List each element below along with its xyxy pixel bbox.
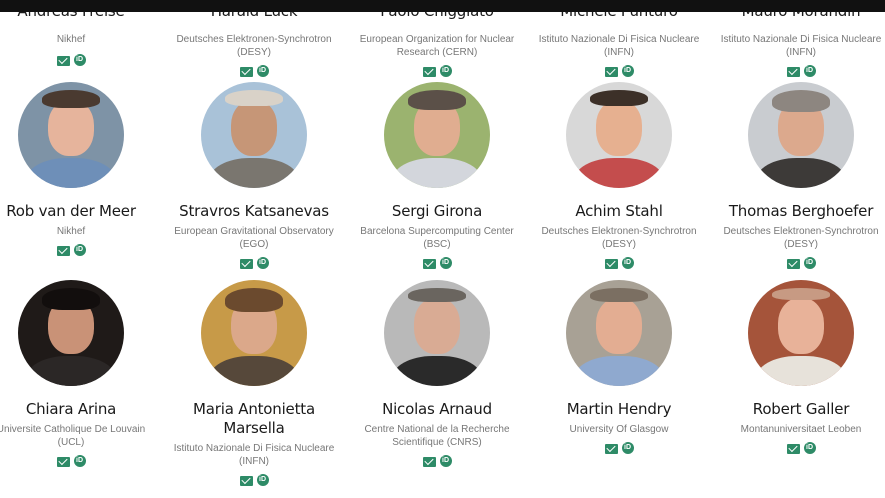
member-photo[interactable] xyxy=(201,82,307,188)
member-institution: Deutsches Elektronen-Synchrotron (DESY) xyxy=(723,226,879,250)
orcid-icon[interactable]: iD xyxy=(621,65,634,77)
member-institution: Nikhef xyxy=(56,226,86,237)
member-card: Harald Lück Deutsches Elektronen-Synchro… xyxy=(163,2,345,79)
member-card: Michele Punturo Istituto Nazionale Di Fi… xyxy=(528,2,710,79)
member-photo[interactable] xyxy=(384,82,490,188)
orcid-icon[interactable]: iD xyxy=(803,442,816,454)
member-institution: Universite Catholique De Louvain (UCL) xyxy=(0,424,146,448)
orcid-icon[interactable]: iD xyxy=(803,65,816,77)
member-name[interactable]: Maria Antonietta Marsella xyxy=(163,400,345,438)
member-card: Paolo Chiggiato European Organization fo… xyxy=(346,2,528,79)
contact-icons: iD xyxy=(710,257,885,271)
orcid-icon[interactable]: iD xyxy=(439,65,452,77)
member-institution: Montanuniversitaet Leoben xyxy=(740,424,862,435)
member-institution: Centre National de la Recherche Scientif… xyxy=(364,424,510,448)
contact-icons: iD xyxy=(710,65,885,79)
member-name[interactable]: Robert Galler xyxy=(710,400,885,419)
member-card: Sergi Girona Barcelona Supercomputing Ce… xyxy=(346,82,528,271)
member-photo[interactable] xyxy=(18,280,124,386)
member-institution: Deutsches Elektronen-Synchrotron (DESY) xyxy=(541,226,697,250)
member-institution: European Organization for Nuclear Resear… xyxy=(359,34,515,58)
orcid-icon[interactable]: iD xyxy=(439,257,452,269)
orcid-icon[interactable]: iD xyxy=(256,257,269,269)
member-institution: Barcelona Supercomputing Center (BSC) xyxy=(360,226,514,250)
member-card: Rob van der Meer Nikhef iD xyxy=(0,82,162,258)
contact-icons: iD xyxy=(710,442,885,456)
member-photo[interactable] xyxy=(201,280,307,386)
member-name[interactable]: Rob van der Meer xyxy=(0,202,162,221)
team-row: Rob van der Meer Nikhef iD Stravros Kats… xyxy=(0,82,885,282)
contact-icons: iD xyxy=(163,257,345,271)
orcid-icon[interactable]: iD xyxy=(621,257,634,269)
orcid-icon[interactable]: iD xyxy=(621,442,634,454)
mail-icon[interactable] xyxy=(786,259,800,269)
contact-icons: iD xyxy=(346,65,528,79)
member-card: Stravros Katsanevas European Gravitation… xyxy=(163,82,345,271)
team-row: Chiara Arina Universite Catholique De Lo… xyxy=(0,280,885,486)
member-institution: University Of Glasgow xyxy=(569,424,669,435)
orcid-icon[interactable]: iD xyxy=(73,244,86,256)
mail-icon[interactable] xyxy=(786,444,800,454)
mail-icon[interactable] xyxy=(239,67,253,77)
member-institution: Istituto Nazionale Di Fisica Nucleare (I… xyxy=(173,443,335,467)
member-name[interactable]: Martin Hendry xyxy=(528,400,710,419)
member-name[interactable]: Achim Stahl xyxy=(528,202,710,221)
member-card: Chiara Arina Universite Catholique De Lo… xyxy=(0,280,162,469)
member-card: Thomas Berghoefer Deutsches Elektronen-S… xyxy=(710,82,885,271)
member-photo[interactable] xyxy=(748,280,854,386)
member-card: Nicolas Arnaud Centre National de la Rec… xyxy=(346,280,528,469)
member-photo[interactable] xyxy=(566,82,672,188)
member-card: Martin Hendry University Of Glasgow iD xyxy=(528,280,710,456)
member-photo[interactable] xyxy=(18,82,124,188)
mail-icon[interactable] xyxy=(786,67,800,77)
mail-icon[interactable] xyxy=(239,259,253,269)
member-name[interactable]: Stravros Katsanevas xyxy=(163,202,345,221)
member-photo[interactable] xyxy=(384,280,490,386)
mail-icon[interactable] xyxy=(239,476,253,486)
mail-icon[interactable] xyxy=(56,246,70,256)
contact-icons: iD xyxy=(0,54,162,68)
mail-icon[interactable] xyxy=(604,259,618,269)
top-bar xyxy=(0,0,885,12)
contact-icons: iD xyxy=(528,257,710,271)
contact-icons: iD xyxy=(346,455,528,469)
orcid-icon[interactable]: iD xyxy=(73,54,86,66)
mail-icon[interactable] xyxy=(422,259,436,269)
contact-icons: iD xyxy=(0,244,162,258)
orcid-icon[interactable]: iD xyxy=(256,65,269,77)
contact-icons: iD xyxy=(163,474,345,488)
orcid-icon[interactable]: iD xyxy=(439,455,452,467)
contact-icons: iD xyxy=(528,442,710,456)
member-card: Achim Stahl Deutsches Elektronen-Synchro… xyxy=(528,82,710,271)
member-institution: Deutsches Elektronen-Synchrotron (DESY) xyxy=(176,34,332,58)
mail-icon[interactable] xyxy=(56,457,70,467)
member-name[interactable]: Nicolas Arnaud xyxy=(346,400,528,419)
orcid-icon[interactable]: iD xyxy=(803,257,816,269)
orcid-icon[interactable]: iD xyxy=(256,474,269,486)
contact-icons: iD xyxy=(528,65,710,79)
mail-icon[interactable] xyxy=(422,67,436,77)
member-photo[interactable] xyxy=(748,82,854,188)
mail-icon[interactable] xyxy=(604,444,618,454)
member-photo[interactable] xyxy=(566,280,672,386)
contact-icons: iD xyxy=(163,65,345,79)
member-institution: Nikhef xyxy=(56,34,86,45)
member-name[interactable]: Thomas Berghoefer xyxy=(710,202,885,221)
member-name[interactable]: Chiara Arina xyxy=(0,400,162,419)
member-institution: European Gravitational Observatory (EGO) xyxy=(174,226,334,250)
member-card: Mauro Morandin Istituto Nazionale Di Fis… xyxy=(710,2,885,79)
mail-icon[interactable] xyxy=(604,67,618,77)
mail-icon[interactable] xyxy=(56,56,70,66)
contact-icons: iD xyxy=(0,455,162,469)
member-institution: Istituto Nazionale Di Fisica Nucleare (I… xyxy=(538,34,700,58)
orcid-icon[interactable]: iD xyxy=(73,455,86,467)
member-institution: Istituto Nazionale Di Fisica Nucleare (I… xyxy=(720,34,882,58)
contact-icons: iD xyxy=(346,257,528,271)
member-card: Maria Antonietta Marsella Istituto Nazio… xyxy=(163,280,345,488)
member-name[interactable]: Sergi Girona xyxy=(346,202,528,221)
mail-icon[interactable] xyxy=(422,457,436,467)
member-card: Robert Galler Montanuniversitaet Leoben … xyxy=(710,280,885,456)
